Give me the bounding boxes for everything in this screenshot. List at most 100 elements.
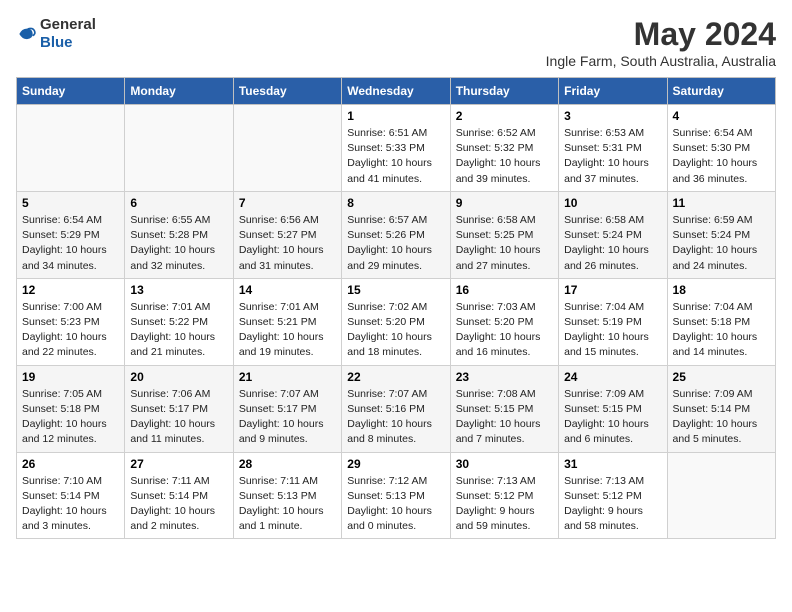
col-header-friday: Friday xyxy=(559,78,667,105)
day-info: Sunrise: 7:13 AM Sunset: 5:12 PM Dayligh… xyxy=(564,474,661,535)
calendar-cell: 7 Sunrise: 6:56 AM Sunset: 5:27 PM Daylig… xyxy=(233,191,341,278)
day-info: Sunrise: 7:03 AM Sunset: 5:20 PM Dayligh… xyxy=(456,300,553,361)
calendar-cell: 13 Sunrise: 7:01 AM Sunset: 5:22 PM Dayli… xyxy=(125,278,233,365)
day-number: 10 xyxy=(564,196,661,210)
day-info: Sunrise: 7:02 AM Sunset: 5:20 PM Dayligh… xyxy=(347,300,444,361)
day-info: Sunrise: 6:52 AM Sunset: 5:32 PM Dayligh… xyxy=(456,126,553,187)
day-number: 29 xyxy=(347,457,444,471)
day-info: Sunrise: 7:05 AM Sunset: 5:18 PM Dayligh… xyxy=(22,387,119,448)
calendar-week-row: 12 Sunrise: 7:00 AM Sunset: 5:23 PM Dayli… xyxy=(17,278,776,365)
title-block: May 2024 Ingle Farm, South Australia, Au… xyxy=(546,16,776,69)
day-number: 20 xyxy=(130,370,227,384)
day-number: 8 xyxy=(347,196,444,210)
day-number: 2 xyxy=(456,109,553,123)
day-info: Sunrise: 7:09 AM Sunset: 5:14 PM Dayligh… xyxy=(673,387,770,448)
calendar-cell: 5 Sunrise: 6:54 AM Sunset: 5:29 PM Daylig… xyxy=(17,191,125,278)
day-number: 23 xyxy=(456,370,553,384)
day-info: Sunrise: 7:01 AM Sunset: 5:21 PM Dayligh… xyxy=(239,300,336,361)
day-info: Sunrise: 6:57 AM Sunset: 5:26 PM Dayligh… xyxy=(347,213,444,274)
day-number: 22 xyxy=(347,370,444,384)
calendar-cell xyxy=(125,105,233,192)
day-number: 30 xyxy=(456,457,553,471)
page-subtitle: Ingle Farm, South Australia, Australia xyxy=(546,53,776,69)
page-header: General Blue May 2024 Ingle Farm, South … xyxy=(16,16,776,69)
day-number: 24 xyxy=(564,370,661,384)
day-info: Sunrise: 7:01 AM Sunset: 5:22 PM Dayligh… xyxy=(130,300,227,361)
day-info: Sunrise: 7:06 AM Sunset: 5:17 PM Dayligh… xyxy=(130,387,227,448)
day-info: Sunrise: 6:53 AM Sunset: 5:31 PM Dayligh… xyxy=(564,126,661,187)
calendar-cell: 18 Sunrise: 7:04 AM Sunset: 5:18 PM Dayli… xyxy=(667,278,775,365)
calendar-cell: 22 Sunrise: 7:07 AM Sunset: 5:16 PM Dayli… xyxy=(342,365,450,452)
day-info: Sunrise: 7:04 AM Sunset: 5:19 PM Dayligh… xyxy=(564,300,661,361)
calendar-week-row: 1Sunrise: 6:51 AM Sunset: 5:33 PM Daylig… xyxy=(17,105,776,192)
calendar-cell: 6 Sunrise: 6:55 AM Sunset: 5:28 PM Daylig… xyxy=(125,191,233,278)
day-number: 13 xyxy=(130,283,227,297)
logo-icon xyxy=(16,24,36,44)
day-number: 14 xyxy=(239,283,336,297)
calendar-cell: 11Sunrise: 6:59 AM Sunset: 5:24 PM Dayli… xyxy=(667,191,775,278)
day-number: 5 xyxy=(22,196,119,210)
day-number: 3 xyxy=(564,109,661,123)
day-info: Sunrise: 7:10 AM Sunset: 5:14 PM Dayligh… xyxy=(22,474,119,535)
day-info: Sunrise: 7:08 AM Sunset: 5:15 PM Dayligh… xyxy=(456,387,553,448)
calendar-cell: 12 Sunrise: 7:00 AM Sunset: 5:23 PM Dayli… xyxy=(17,278,125,365)
day-number: 12 xyxy=(22,283,119,297)
day-info: Sunrise: 7:04 AM Sunset: 5:18 PM Dayligh… xyxy=(673,300,770,361)
logo-text-general: General xyxy=(40,16,96,33)
logo-text-blue: Blue xyxy=(40,34,73,51)
col-header-sunday: Sunday xyxy=(17,78,125,105)
day-info: Sunrise: 7:00 AM Sunset: 5:23 PM Dayligh… xyxy=(22,300,119,361)
calendar-header-row: SundayMondayTuesdayWednesdayThursdayFrid… xyxy=(17,78,776,105)
col-header-tuesday: Tuesday xyxy=(233,78,341,105)
day-number: 15 xyxy=(347,283,444,297)
col-header-saturday: Saturday xyxy=(667,78,775,105)
calendar-table: SundayMondayTuesdayWednesdayThursdayFrid… xyxy=(16,77,776,539)
calendar-cell: 17 Sunrise: 7:04 AM Sunset: 5:19 PM Dayli… xyxy=(559,278,667,365)
day-number: 28 xyxy=(239,457,336,471)
day-number: 31 xyxy=(564,457,661,471)
day-info: Sunrise: 6:54 AM Sunset: 5:29 PM Dayligh… xyxy=(22,213,119,274)
day-info: Sunrise: 7:07 AM Sunset: 5:16 PM Dayligh… xyxy=(347,387,444,448)
day-number: 18 xyxy=(673,283,770,297)
day-number: 7 xyxy=(239,196,336,210)
calendar-cell: 15 Sunrise: 7:02 AM Sunset: 5:20 PM Dayli… xyxy=(342,278,450,365)
day-info: Sunrise: 7:11 AM Sunset: 5:13 PM Dayligh… xyxy=(239,474,336,535)
calendar-cell: 24 Sunrise: 7:09 AM Sunset: 5:15 PM Dayli… xyxy=(559,365,667,452)
calendar-cell: 21Sunrise: 7:07 AM Sunset: 5:17 PM Dayli… xyxy=(233,365,341,452)
day-number: 27 xyxy=(130,457,227,471)
calendar-cell: 1Sunrise: 6:51 AM Sunset: 5:33 PM Daylig… xyxy=(342,105,450,192)
col-header-thursday: Thursday xyxy=(450,78,558,105)
calendar-cell: 25 Sunrise: 7:09 AM Sunset: 5:14 PM Dayli… xyxy=(667,365,775,452)
day-number: 19 xyxy=(22,370,119,384)
calendar-week-row: 19 Sunrise: 7:05 AM Sunset: 5:18 PM Dayli… xyxy=(17,365,776,452)
day-info: Sunrise: 6:58 AM Sunset: 5:24 PM Dayligh… xyxy=(564,213,661,274)
calendar-cell: 8 Sunrise: 6:57 AM Sunset: 5:26 PM Daylig… xyxy=(342,191,450,278)
day-number: 17 xyxy=(564,283,661,297)
day-number: 25 xyxy=(673,370,770,384)
calendar-cell: 19 Sunrise: 7:05 AM Sunset: 5:18 PM Dayli… xyxy=(17,365,125,452)
day-info: Sunrise: 7:07 AM Sunset: 5:17 PM Dayligh… xyxy=(239,387,336,448)
calendar-cell: 31 Sunrise: 7:13 AM Sunset: 5:12 PM Dayli… xyxy=(559,452,667,539)
calendar-cell: 27Sunrise: 7:11 AM Sunset: 5:14 PM Dayli… xyxy=(125,452,233,539)
calendar-cell: 3 Sunrise: 6:53 AM Sunset: 5:31 PM Daylig… xyxy=(559,105,667,192)
day-info: Sunrise: 7:09 AM Sunset: 5:15 PM Dayligh… xyxy=(564,387,661,448)
calendar-cell: 10 Sunrise: 6:58 AM Sunset: 5:24 PM Dayli… xyxy=(559,191,667,278)
day-info: Sunrise: 6:56 AM Sunset: 5:27 PM Dayligh… xyxy=(239,213,336,274)
calendar-cell xyxy=(667,452,775,539)
day-info: Sunrise: 6:51 AM Sunset: 5:33 PM Dayligh… xyxy=(347,126,444,187)
calendar-cell: 26Sunrise: 7:10 AM Sunset: 5:14 PM Dayli… xyxy=(17,452,125,539)
day-number: 4 xyxy=(673,109,770,123)
calendar-cell: 23 Sunrise: 7:08 AM Sunset: 5:15 PM Dayli… xyxy=(450,365,558,452)
calendar-cell: 2 Sunrise: 6:52 AM Sunset: 5:32 PM Daylig… xyxy=(450,105,558,192)
day-number: 16 xyxy=(456,283,553,297)
logo: General Blue xyxy=(16,16,96,52)
calendar-cell: 29Sunrise: 7:12 AM Sunset: 5:13 PM Dayli… xyxy=(342,452,450,539)
day-info: Sunrise: 6:54 AM Sunset: 5:30 PM Dayligh… xyxy=(673,126,770,187)
calendar-cell: 28 Sunrise: 7:11 AM Sunset: 5:13 PM Dayli… xyxy=(233,452,341,539)
calendar-cell: 30 Sunrise: 7:13 AM Sunset: 5:12 PM Dayli… xyxy=(450,452,558,539)
day-number: 6 xyxy=(130,196,227,210)
day-info: Sunrise: 6:55 AM Sunset: 5:28 PM Dayligh… xyxy=(130,213,227,274)
calendar-week-row: 5 Sunrise: 6:54 AM Sunset: 5:29 PM Daylig… xyxy=(17,191,776,278)
calendar-cell xyxy=(233,105,341,192)
day-info: Sunrise: 7:13 AM Sunset: 5:12 PM Dayligh… xyxy=(456,474,553,535)
